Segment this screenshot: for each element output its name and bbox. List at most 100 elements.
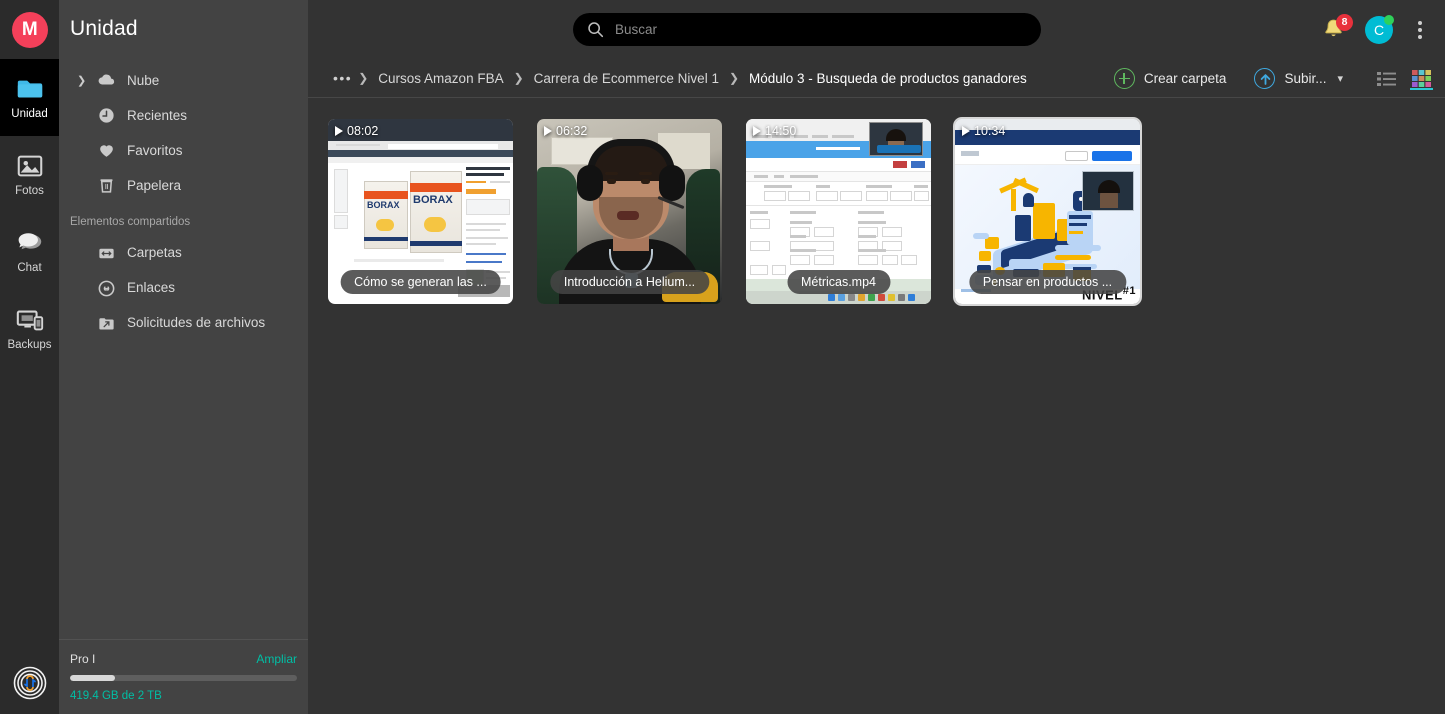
file-name: Métricas.mp4 (786, 270, 891, 294)
notifications-badge: 8 (1336, 13, 1353, 31)
create-folder-button[interactable]: Crear carpeta (1100, 59, 1241, 98)
storage-upgrade-link[interactable]: Ampliar (256, 652, 297, 666)
video-duration: 06:32 (544, 124, 587, 138)
rail-item-unidad[interactable]: Unidad (0, 59, 59, 136)
presence-indicator (1384, 14, 1394, 25)
view-toggle-group (1375, 65, 1433, 92)
storage-progress-bar (70, 675, 297, 681)
sidebar-label-papelera: Papelera (127, 177, 182, 193)
upload-button[interactable]: Subir... ▾ (1240, 59, 1357, 98)
breadcrumb-item-current[interactable]: Módulo 3 - Busqueda de productos ganador… (741, 71, 1035, 86)
shared-folders-icon (99, 248, 114, 258)
video-duration: 10:34 (962, 124, 1005, 138)
mega-app-window: M Unidad Fotos Chat Backups Unidad ❯ Nub… (0, 0, 1445, 714)
sidebar-label-favoritos: Favoritos (127, 142, 183, 158)
rail-label-unidad: Unidad (11, 108, 48, 121)
duration-text: 06:32 (556, 124, 588, 138)
file-thumbnail[interactable]: 14:50 Métricas.mp4 (746, 119, 931, 304)
link-icon (98, 280, 115, 296)
search-bar[interactable] (573, 13, 1041, 46)
rail-label-chat: Chat (17, 262, 42, 275)
sidebar-item-favoritos[interactable]: Favoritos (59, 133, 308, 168)
file-name: Cómo se generan las ... (340, 270, 501, 294)
breadcrumb-item-0[interactable]: Cursos Amazon FBA (370, 71, 511, 86)
duration-text: 10:34 (974, 124, 1006, 138)
file-card[interactable]: 14:50 Métricas.mp4 (746, 119, 931, 304)
sidebar-item-papelera[interactable]: Papelera (59, 168, 308, 203)
grid-view-button[interactable] (1410, 65, 1433, 92)
top-bar: 8 C (308, 0, 1445, 59)
plus-circle-icon (1113, 68, 1135, 89)
sidebar-label-carpetas: Carpetas (127, 245, 182, 261)
play-icon (753, 126, 761, 136)
rail-item-fotos[interactable]: Fotos (0, 136, 59, 213)
breadcrumb-bar: ••• ❯ Cursos Amazon FBA ❯ Carrera de Eco… (308, 59, 1445, 98)
mega-logo[interactable]: M (0, 0, 59, 59)
play-icon (335, 126, 343, 136)
rail-item-backups[interactable]: Backups (0, 290, 59, 367)
file-name: Pensar en productos ... (968, 270, 1127, 294)
video-duration: 14:50 (753, 124, 796, 138)
kebab-menu-icon[interactable] (1411, 19, 1429, 41)
breadcrumb-separator: ❯ (513, 71, 524, 85)
sidebar-nav: ❯ Nube Recientes Favoritos Papelera Elem… (59, 63, 308, 341)
file-card[interactable]: 06:32 Introducción a Helium... (537, 119, 722, 304)
storage-panel: Pro I Ampliar 419.4 GB de 2 TB (59, 639, 308, 714)
duration-text: 08:02 (347, 124, 379, 138)
storage-progress-fill (70, 675, 116, 681)
breadcrumb-separator: ❯ (358, 71, 369, 85)
cloud-icon (98, 74, 115, 85)
video-duration: 08:02 (335, 124, 378, 138)
file-name: Introducción a Helium... (549, 270, 710, 294)
list-view-icon (1377, 72, 1396, 86)
list-view-button[interactable] (1375, 65, 1398, 92)
breadcrumb-item-1[interactable]: Carrera de Ecommerce Nivel 1 (526, 71, 727, 86)
play-icon (962, 126, 970, 136)
transfers-button[interactable] (0, 652, 59, 714)
avatar[interactable]: C (1365, 14, 1394, 44)
rail-item-chat[interactable]: Chat (0, 213, 59, 290)
sidebar-item-solicitudes[interactable]: Solicitudes de archivos (59, 306, 308, 341)
notifications-button[interactable]: 8 (1321, 13, 1353, 43)
storage-plan-label: Pro I (70, 652, 96, 666)
mega-logo-letter: M (11, 11, 48, 48)
breadcrumb-overflow[interactable]: ••• (329, 70, 356, 86)
sidebar-label-enlaces: Enlaces (127, 280, 176, 296)
file-thumbnail[interactable]: NIVEL#1 10:34 Pensar en productos ... (955, 119, 1140, 304)
storage-quota-text: 419.4 GB de 2 TB (70, 690, 162, 702)
backups-icon (16, 310, 43, 331)
clock-icon (99, 108, 114, 123)
sidebar-label-nube: Nube (127, 72, 160, 88)
file-request-icon (99, 317, 114, 330)
sidebar-item-recientes[interactable]: Recientes (59, 98, 308, 133)
file-thumbnail[interactable]: BORAX BORAX 08:02 Cómo se generan las ..… (328, 119, 513, 304)
file-thumbnail[interactable]: 06:32 Introducción a Helium... (537, 119, 722, 304)
search-icon (588, 22, 604, 38)
sidebar-title: Unidad (70, 17, 138, 40)
sidebar: Unidad ❯ Nube Recientes Favoritos Papele… (59, 0, 308, 714)
sidebar-item-carpetas[interactable]: Carpetas (59, 236, 308, 271)
photos-icon (17, 155, 42, 177)
file-card[interactable]: NIVEL#1 10:34 Pensar en productos ... (955, 119, 1140, 304)
sidebar-section-shared: Elementos compartidos (70, 216, 191, 228)
duration-text: 14:50 (765, 124, 797, 138)
icon-rail: M Unidad Fotos Chat Backups (0, 0, 59, 714)
sidebar-item-enlaces[interactable]: Enlaces (59, 271, 308, 306)
breadcrumb-separator: ❯ (728, 71, 740, 85)
sidebar-item-nube[interactable]: ❯ Nube (59, 63, 308, 98)
search-input[interactable] (615, 22, 995, 37)
chevron-right-icon[interactable]: ❯ (77, 75, 87, 86)
file-card[interactable]: BORAX BORAX 08:02 Cómo se generan las ..… (328, 119, 513, 304)
file-grid: BORAX BORAX 08:02 Cómo se generan las ..… (308, 98, 1445, 304)
sidebar-label-recientes: Recientes (127, 107, 188, 123)
create-folder-label: Crear carpeta (1143, 71, 1227, 86)
chevron-down-icon[interactable]: ▾ (1337, 72, 1343, 85)
rail-label-fotos: Fotos (15, 185, 44, 198)
breadcrumb-actions: Crear carpeta Subir... ▾ (1100, 59, 1433, 98)
folder-icon (17, 80, 42, 98)
heart-icon (100, 145, 113, 157)
grid-view-icon (1412, 70, 1431, 87)
upload-label: Subir... (1284, 71, 1327, 86)
chat-icon (18, 233, 41, 250)
play-icon (544, 126, 552, 136)
